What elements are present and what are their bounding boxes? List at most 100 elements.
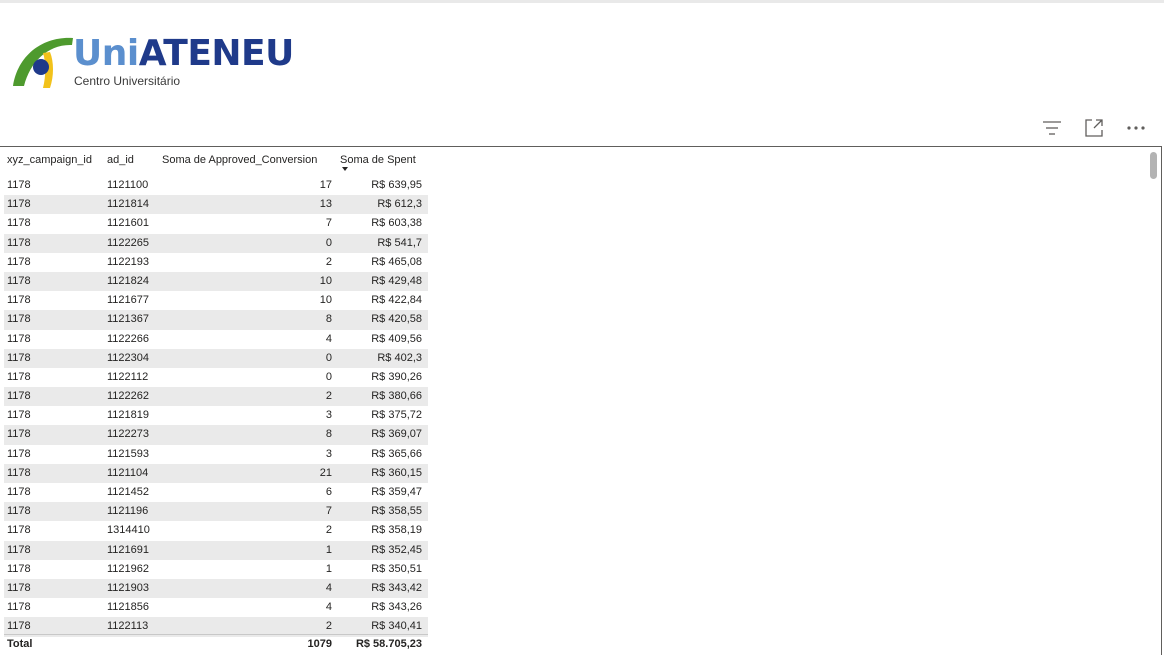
logo-wordmark: UniATENEU: [73, 36, 294, 72]
table-row[interactable]: 1178 1122304 0 R$ 402,3: [4, 348, 428, 368]
cell-approved-conversion: 0: [325, 351, 332, 364]
cell-spent: R$ 612,3: [377, 198, 422, 211]
table-row[interactable]: 1178 1121819 3 R$ 375,72: [4, 406, 428, 425]
more-options-icon[interactable]: [1124, 116, 1148, 140]
cell-approved-conversion: 6: [325, 486, 332, 498]
cell-approved-conversion: 2: [325, 390, 332, 403]
cell-approved-conversion: 4: [325, 332, 332, 345]
cell-ad-id: 1121962: [107, 562, 150, 575]
cell-ad-id: 1121856: [107, 601, 150, 614]
table-row[interactable]: 1178 1122265 0 R$ 541,7: [4, 233, 428, 253]
column-header-spent[interactable]: Soma de Spent: [340, 154, 416, 166]
cell-spent: R$ 369,07: [371, 428, 422, 441]
table-row[interactable]: 1178 1121903 4 R$ 343,42: [4, 578, 428, 599]
cell-campaign-id: 1178: [7, 466, 31, 479]
column-header-approved-conversion[interactable]: Soma de Approved_Conversion: [162, 154, 317, 166]
table-row[interactable]: 1178 1121962 1 R$ 350,51: [4, 560, 428, 579]
cell-campaign-id: 1178: [7, 255, 31, 268]
table-row[interactable]: 1178 1122193 2 R$ 465,08: [4, 253, 428, 272]
cell-ad-id: 1121104: [107, 466, 149, 479]
cell-campaign-id: 1178: [7, 198, 31, 211]
table-row[interactable]: 1178 1121196 7 R$ 358,55: [4, 502, 428, 522]
cell-spent: R$ 390,26: [371, 370, 422, 383]
cell-ad-id: 1121677: [107, 294, 150, 307]
table-row[interactable]: 1178 1121593 3 R$ 365,66: [4, 445, 428, 464]
cell-ad-id: 1121593: [107, 447, 150, 460]
cell-approved-conversion: 0: [325, 370, 332, 383]
table-row[interactable]: 1178 1122266 4 R$ 409,56: [4, 330, 428, 349]
table-row[interactable]: 1178 1121691 1 R$ 352,45: [4, 540, 428, 560]
focus-mode-icon[interactable]: [1082, 116, 1106, 140]
column-header-ad-id[interactable]: ad_id: [107, 154, 134, 166]
cell-campaign-id: 1178: [7, 370, 31, 383]
table-row[interactable]: 1178 1121677 10 R$ 422,84: [4, 291, 428, 310]
table-row[interactable]: 1178 1121367 8 R$ 420,58: [4, 310, 428, 330]
cell-ad-id: 1122265: [107, 236, 150, 249]
cell-spent: R$ 402,3: [377, 351, 422, 364]
cell-campaign-id: 1178: [7, 543, 31, 556]
table-row[interactable]: 1178 1121824 10 R$ 429,48: [4, 271, 428, 292]
table-row[interactable]: 1178 1121856 4 R$ 343,26: [4, 598, 428, 617]
cell-ad-id: 1121691: [107, 543, 150, 556]
cell-campaign-id: 1178: [7, 486, 31, 498]
cell-approved-conversion: 10: [319, 294, 332, 307]
filter-icon[interactable]: [1040, 116, 1064, 140]
table-row[interactable]: 1178 1121601 7 R$ 603,38: [4, 214, 428, 233]
cell-approved-conversion: 13: [319, 198, 332, 211]
table-row[interactable]: 1178 1314410 2 R$ 358,19: [4, 521, 428, 540]
table-body: 1178 1121100 17 R$ 639,95 1178 1121814 13 R$ 61…: [4, 176, 428, 637]
cell-ad-id: 1121601: [107, 217, 150, 230]
cell-campaign-id: 1178: [7, 294, 31, 307]
cell-ad-id: 1121196: [107, 505, 149, 518]
cell-campaign-id: 1178: [7, 524, 31, 537]
cell-spent: R$ 422,84: [371, 294, 422, 307]
table-row[interactable]: 1178 1122112 0 R$ 390,26: [4, 368, 428, 387]
cell-approved-conversion: 17: [319, 179, 332, 191]
cell-spent: R$ 365,66: [371, 447, 422, 460]
cell-ad-id: 1121100: [107, 179, 149, 191]
table-total-row: Total 1079 R$ 58.705,23: [4, 634, 428, 655]
cell-ad-id: 1121452: [107, 486, 150, 498]
cell-ad-id: 1122266: [107, 332, 150, 345]
table-row[interactable]: 1178 1122262 2 R$ 380,66: [4, 387, 428, 407]
cell-spent: R$ 343,26: [371, 601, 422, 614]
cell-spent: R$ 429,48: [371, 274, 422, 287]
table-row[interactable]: 1178 1122273 8 R$ 369,07: [4, 425, 428, 445]
table-row[interactable]: 1178 1121814 13 R$ 612,3: [4, 195, 428, 215]
cell-ad-id: 1121814: [107, 198, 150, 211]
vertical-scrollbar[interactable]: [1150, 152, 1157, 179]
cell-spent: R$ 380,66: [371, 390, 422, 403]
total-conversion: 1079: [307, 638, 332, 650]
cell-ad-id: 1121903: [107, 581, 150, 594]
cell-ad-id: 1314410: [107, 524, 150, 537]
cell-spent: R$ 358,19: [371, 524, 422, 537]
cell-campaign-id: 1178: [7, 351, 31, 364]
cell-approved-conversion: 8: [325, 313, 332, 326]
cell-ad-id: 1122304: [107, 351, 150, 364]
cell-spent: R$ 541,7: [377, 236, 422, 249]
table-row[interactable]: 1178 1121100 17 R$ 639,95: [4, 176, 428, 195]
cell-spent: R$ 359,47: [371, 486, 422, 498]
cell-campaign-id: 1178: [7, 562, 31, 575]
cell-approved-conversion: 7: [325, 505, 332, 518]
cell-campaign-id: 1178: [7, 581, 31, 594]
cell-approved-conversion: 4: [325, 601, 332, 614]
cell-spent: R$ 360,15: [371, 466, 422, 479]
cell-spent: R$ 358,55: [371, 505, 422, 518]
table-row[interactable]: 1178 1121452 6 R$ 359,47: [4, 483, 428, 502]
table-row[interactable]: 1178 1121104 21 R$ 360,15: [4, 463, 428, 483]
cell-approved-conversion: 2: [325, 524, 332, 537]
cell-spent: R$ 603,38: [371, 217, 422, 230]
cell-ad-id: 1122262: [107, 390, 150, 403]
sort-descending-icon[interactable]: [342, 167, 348, 171]
table-visual: xyz_campaign_id ad_id Soma de Approved_C…: [0, 146, 1162, 655]
cell-campaign-id: 1178: [7, 601, 31, 614]
cell-spent: R$ 465,08: [371, 255, 422, 268]
column-header-campaign-id[interactable]: xyz_campaign_id: [7, 154, 92, 166]
cell-approved-conversion: 10: [319, 274, 332, 287]
logo-brand-ateneu: ATENEU: [138, 33, 295, 74]
cell-campaign-id: 1178: [7, 409, 31, 422]
cell-campaign-id: 1178: [7, 236, 31, 249]
cell-approved-conversion: 3: [325, 409, 332, 422]
cell-campaign-id: 1178: [7, 447, 31, 460]
